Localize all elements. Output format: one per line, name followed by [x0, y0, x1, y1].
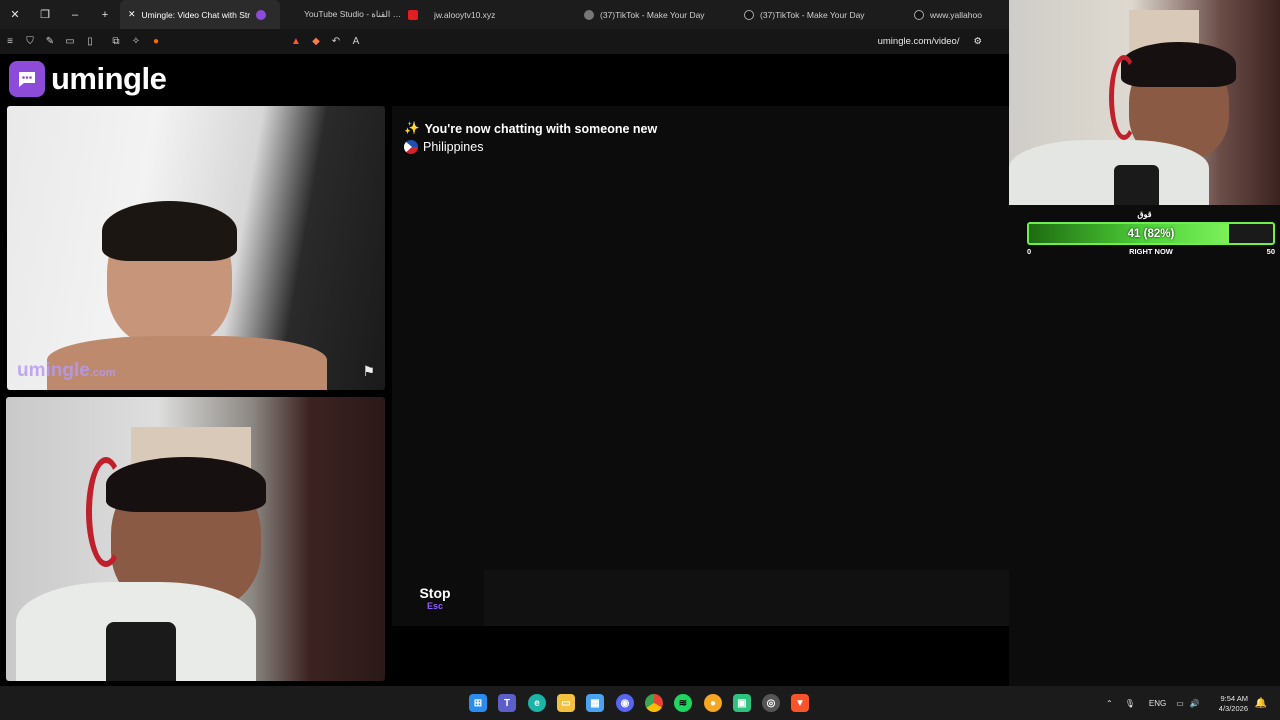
tab-umingle[interactable]: ✕ Umingle: Video Chat with Str — [120, 0, 280, 29]
new-tab-icon[interactable]: + — [90, 0, 120, 29]
brave-shields-icon[interactable]: ▲ — [286, 29, 306, 54]
sidebar-icon[interactable]: ▯ — [80, 29, 100, 54]
system-tray: ⌃ 🎙 ENG ▭ 🔊 — [1106, 686, 1200, 720]
brave-badge-icon[interactable]: ◆ — [306, 29, 326, 54]
remote-person-hair — [102, 201, 237, 261]
remote-video: umingle.com ⚑ — [7, 106, 385, 390]
discord-icon[interactable]: ◉ — [616, 694, 634, 712]
microphone-icon[interactable]: 🎙 — [1125, 699, 1135, 708]
tab-tiktok-1[interactable]: (37)TikTok - Make Your Day — [576, 0, 736, 29]
tab-title: YouTube Studio - محتوى القناة — [304, 9, 402, 19]
clock-date: 4/3/2026 — [1218, 704, 1248, 713]
tab-title: (37)TikTok - Make Your Day — [600, 9, 705, 20]
site-settings-icon[interactable]: ⚙ — [973, 36, 982, 47]
file-explorer-icon[interactable]: ▭ — [557, 694, 575, 712]
message-input[interactable] — [484, 570, 1009, 626]
report-flag-icon[interactable]: ⚑ — [362, 363, 375, 380]
teams-icon[interactable]: T — [498, 694, 516, 712]
notification-bell-icon[interactable]: 🔔 — [1252, 694, 1270, 712]
windows-taskbar: ⊞ T e ▭ ▦ ◉ ≋ ● ▣ ◎ ▼ ⌃ 🎙 ENG ▭ 🔊 9:54 A… — [0, 686, 1280, 720]
sparkles-icon: ✨ — [404, 121, 420, 135]
umingle-icon — [256, 9, 267, 20]
brave-rewards-icon[interactable]: ● — [146, 29, 166, 54]
back-icon[interactable]: ↶ — [326, 29, 346, 54]
url-text: umingle.com/video/ — [877, 36, 960, 47]
stop-button[interactable]: Stop Esc — [392, 570, 478, 626]
goal-center-label: RIGHT NOW — [1129, 247, 1173, 256]
chat-country-text: Philippines — [423, 140, 484, 154]
goal-progress-bar: 41 (82%) — [1027, 222, 1275, 245]
history-icon[interactable]: ⧉ — [106, 29, 126, 54]
umingle-watermark: umingle.com — [17, 360, 116, 381]
tab-title: Umingle: Video Chat with Str — [141, 9, 251, 20]
tab-youtube-studio[interactable]: YouTube Studio - محتوى القناة — [296, 0, 426, 29]
stop-button-label: Stop — [419, 585, 451, 601]
minimize-window-icon[interactable]: – — [60, 0, 90, 29]
browser-toolbar: ≡ ⛉ ✎ ▭ ▯ ⧉ ✧ ● ▲ ◆ ↶ A umingle.com/vide… — [0, 29, 1009, 54]
chat-panel: ✨ You're now chatting with someone new P… — [392, 106, 1009, 618]
brave-icon[interactable]: ▼ — [791, 694, 809, 712]
store-icon[interactable]: ▦ — [586, 694, 604, 712]
chat-status-line: ✨ You're now chatting with someone new — [404, 121, 657, 136]
spotify-icon[interactable]: ≋ — [674, 694, 692, 712]
tab-tiktok-2[interactable]: (37)TikTok - Make Your Day — [736, 0, 906, 29]
chrome-icon[interactable] — [645, 694, 663, 712]
close-tab-icon[interactable]: ✕ — [128, 9, 136, 20]
tab-title: (37)TikTok - Make Your Day — [760, 9, 865, 20]
goal-title: قوق — [1137, 210, 1152, 219]
menu-icon[interactable]: ≡ — [0, 29, 20, 54]
youtube-icon — [408, 9, 418, 20]
pen-icon[interactable]: ✎ — [40, 29, 60, 54]
tab-yallahoo[interactable]: www.yallahoo — [906, 0, 996, 29]
tab-alooytv[interactable]: jw.alooytv10.xyz — [426, 0, 576, 29]
obs-like-icon[interactable]: ▣ — [733, 694, 751, 712]
tiktok-icon — [914, 9, 924, 20]
recorder-icon[interactable]: ◎ — [762, 694, 780, 712]
address-bar[interactable]: umingle.com/video/ ⚙ — [878, 29, 982, 54]
local-video — [6, 397, 385, 681]
umingle-logo[interactable]: umingle — [9, 61, 167, 97]
streamer-webcam — [1009, 0, 1280, 205]
edge-icon[interactable]: e — [528, 694, 546, 712]
tiktok-icon — [744, 9, 754, 20]
clock-time: 9:54 AM — [1220, 694, 1248, 703]
start-button-icon[interactable]: ⊞ — [469, 694, 487, 712]
headphones — [86, 457, 126, 567]
goal-max-label: 50 — [1266, 247, 1275, 256]
network-icon[interactable]: ▭ — [1176, 699, 1184, 708]
close-window-icon[interactable]: ✕ — [0, 0, 30, 29]
restore-window-icon[interactable]: ❐ — [30, 0, 60, 29]
screen: ✕ ❐ – + ✕ Umingle: Video Chat with Str Y… — [0, 0, 1280, 720]
shield-icon[interactable]: ⛉ — [20, 29, 40, 54]
goal-progress-text: 41 (82%) — [1127, 227, 1175, 240]
tab-title: www.yallahoo — [930, 9, 982, 20]
clock[interactable]: 9:54 AM 4/3/2026 — [1219, 694, 1248, 714]
local-person-hair — [106, 457, 266, 512]
stop-button-shortcut: Esc — [426, 601, 443, 611]
extensions-icon[interactable]: ✧ — [126, 29, 146, 54]
microphone — [1114, 165, 1159, 205]
microphone — [106, 622, 176, 681]
globe-icon — [584, 9, 594, 20]
language-indicator[interactable]: ENG — [1149, 699, 1166, 708]
streamer-hair — [1121, 42, 1236, 87]
app-notification-icon[interactable]: ● — [704, 694, 722, 712]
stream-overlay-panel — [1009, 205, 1280, 686]
tab-title: jw.alooytv10.xyz — [434, 9, 496, 20]
chat-country-line: Philippines — [404, 140, 483, 154]
tabs-icon[interactable]: ▭ — [60, 29, 80, 54]
logo-text: umingle — [51, 61, 167, 96]
translate-icon[interactable]: A — [346, 29, 366, 54]
headphones — [1109, 55, 1139, 140]
chevron-up-icon[interactable]: ⌃ — [1106, 699, 1113, 708]
chat-bubble-icon — [9, 61, 45, 97]
chat-status-text: You're now chatting with someone new — [424, 121, 658, 136]
volume-icon[interactable]: 🔊 — [1190, 699, 1200, 708]
streamer-shirt — [1009, 140, 1209, 205]
philippines-flag-icon — [404, 140, 418, 154]
